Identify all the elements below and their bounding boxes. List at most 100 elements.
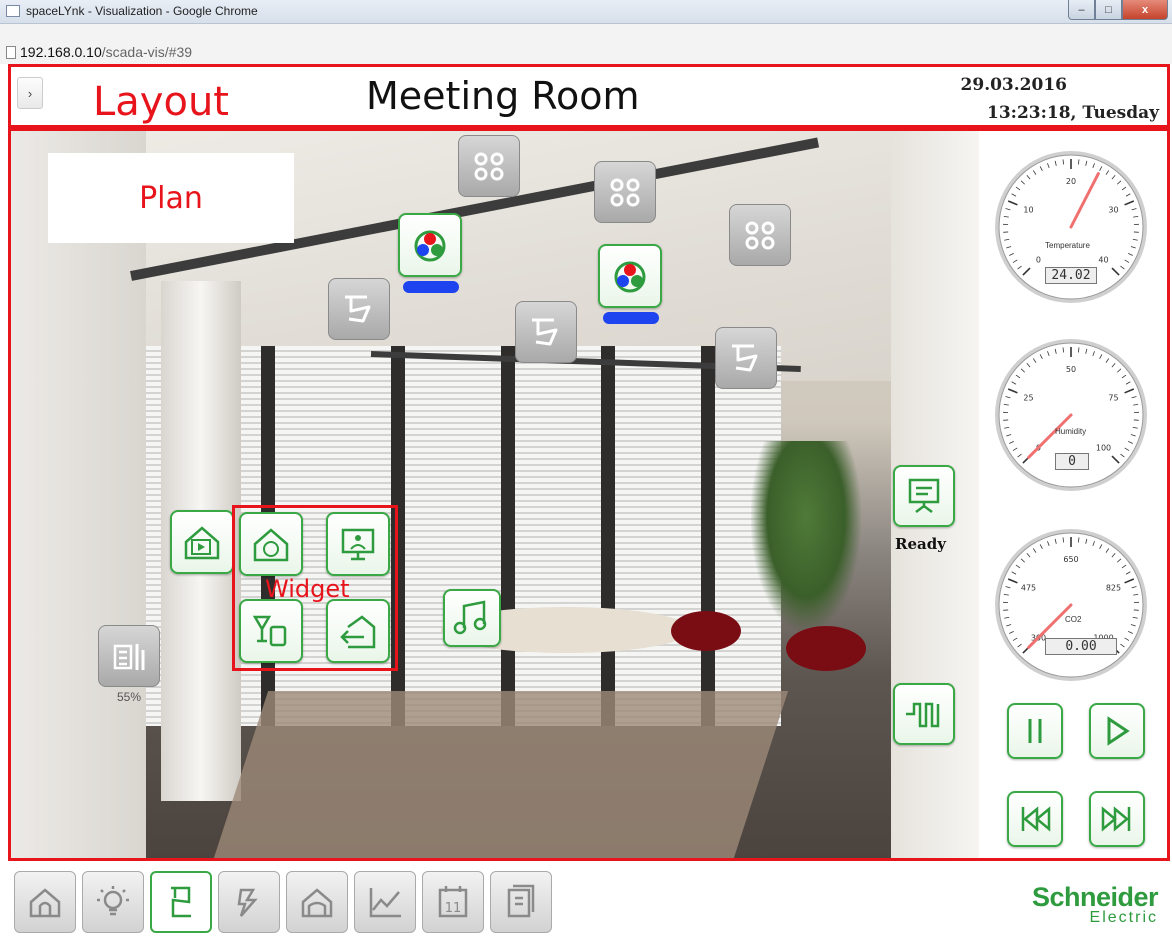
next-button[interactable]	[1089, 791, 1145, 847]
calendar-day: 11	[445, 901, 462, 916]
plan-area: Plan Widget 55% Ready 0 10 20 30 40 Temp…	[8, 128, 1170, 861]
nav-trends-button[interactable]	[354, 871, 416, 933]
maximize-button[interactable]: □	[1095, 0, 1122, 20]
gauge-tick-label: 650	[1063, 555, 1078, 564]
rgb-level-bar	[603, 312, 659, 324]
logbook-icon	[507, 884, 535, 918]
blinds-icon	[171, 886, 191, 918]
speaker-icon	[474, 152, 504, 181]
house-exit-icon	[340, 615, 376, 649]
house-phone-icon	[253, 528, 289, 562]
dimmer-percent: 55%	[117, 690, 142, 704]
rgb-light-icon	[614, 261, 646, 293]
nav-home-button[interactable]	[14, 871, 76, 933]
scene-call-button[interactable]	[239, 512, 303, 576]
minimize-button[interactable]: –	[1068, 0, 1095, 20]
nav-blinds-button[interactable]	[150, 871, 212, 933]
nav-logbook-button[interactable]	[490, 871, 552, 933]
co2-value: 0.00	[1045, 638, 1117, 655]
gauge-tick-label: 10	[1023, 205, 1033, 214]
gauge-tick-label: 30	[1108, 205, 1118, 214]
blind-button[interactable]	[515, 301, 577, 363]
gauge-label: Temperature	[1045, 241, 1090, 250]
nav-calendar-button[interactable]: 11	[422, 871, 484, 933]
bottom-navigation: 11 Schneider Electric	[8, 862, 1170, 939]
page-icon	[6, 46, 16, 59]
scene-break-button[interactable]	[239, 599, 303, 663]
close-button[interactable]: x	[1122, 0, 1168, 20]
ceiling-speaker-button[interactable]	[729, 204, 791, 266]
plan-annotation: Plan	[48, 153, 294, 243]
rgb-light-button[interactable]	[398, 213, 462, 277]
nav-lighting-button[interactable]	[82, 871, 144, 933]
monitor-person-icon	[341, 528, 375, 561]
house-play-icon	[184, 526, 220, 560]
pause-icon	[1028, 719, 1042, 743]
nav-energy-button[interactable]	[218, 871, 280, 933]
play-button[interactable]	[1089, 703, 1145, 759]
garage-icon	[301, 888, 333, 918]
date-display: 29.03.2016	[960, 75, 1067, 95]
co2-gauge: 3004756508251000	[995, 529, 1147, 681]
heating-button[interactable]	[893, 683, 955, 745]
projector-button[interactable]	[893, 465, 955, 527]
blind-icon	[732, 344, 758, 372]
gauge-tick-label: 100	[1096, 444, 1111, 453]
app-icon	[6, 5, 20, 17]
speaker-icon	[610, 178, 640, 207]
dimmer-button[interactable]	[98, 625, 160, 687]
glass-mug-icon	[252, 615, 287, 647]
layout-header: › Layout Meeting Room 29.03.2016 13:23:1…	[8, 64, 1170, 128]
previous-button[interactable]	[1007, 791, 1063, 847]
scene-video-button[interactable]	[326, 512, 390, 576]
scene-leave-button[interactable]	[326, 599, 390, 663]
play-icon	[1107, 716, 1130, 746]
rgb-light-icon	[414, 230, 446, 262]
heating-icon	[906, 702, 940, 728]
blind-button[interactable]	[715, 327, 777, 389]
gauge-label: CO2	[1065, 615, 1082, 624]
time-display: 13:23:18, Tuesday	[987, 103, 1159, 123]
gauge-tick-label: 40	[1098, 256, 1108, 265]
gauge-tick-label: 20	[1066, 177, 1076, 186]
ceiling-speaker-button[interactable]	[458, 135, 520, 197]
pause-button[interactable]	[1007, 703, 1063, 759]
trends-icon	[369, 888, 401, 918]
layout-annotation: Layout	[93, 79, 229, 125]
speaker-icon	[745, 221, 775, 250]
rgb-light-button[interactable]	[598, 244, 662, 308]
ceiling-speaker-button[interactable]	[594, 161, 656, 223]
url-text[interactable]: 192.168.0.10/scada-vis/#39	[20, 44, 192, 60]
humidity-value: 0	[1055, 453, 1089, 470]
home-icon	[29, 888, 61, 918]
music-note-icon	[453, 600, 487, 635]
scene-presentation-button[interactable]	[170, 510, 234, 574]
window-title: spaceLYnk - Visualization - Google Chrom…	[26, 4, 258, 18]
address-bar[interactable]: 192.168.0.10/scada-vis/#39	[0, 24, 1172, 64]
gauge-tick-label: 0	[1036, 256, 1041, 265]
gauge-tick-label: 25	[1023, 393, 1033, 402]
projector-status: Ready	[895, 535, 946, 553]
blind-button[interactable]	[328, 278, 390, 340]
lighting-icon	[97, 886, 129, 916]
window-titlebar: spaceLYnk - Visualization - Google Chrom…	[0, 0, 1172, 24]
gauge-tick-label: 50	[1066, 365, 1076, 374]
schneider-logo: Schneider Electric	[1032, 882, 1159, 927]
calendar-icon: 11	[438, 886, 468, 918]
next-icon	[1101, 806, 1131, 832]
energy-icon	[237, 888, 258, 917]
gauge-tick-label: 825	[1106, 583, 1121, 592]
nav-garage-button[interactable]	[286, 871, 348, 933]
blind-icon	[345, 295, 371, 323]
side-panel: 0 10 20 30 40 Temperature 24.02 0 25 50 75 100 H…	[979, 131, 1167, 858]
dimmer-icon	[113, 644, 145, 670]
previous-icon	[1021, 806, 1051, 832]
page-title: Meeting Room	[366, 74, 640, 118]
gauge-tick-label: 475	[1021, 583, 1036, 592]
blind-icon	[532, 318, 558, 346]
temperature-value: 24.02	[1045, 267, 1097, 284]
music-button[interactable]	[443, 589, 501, 647]
gauge-tick-label: 75	[1108, 393, 1118, 402]
humidity-gauge: 0 25 50 75 100	[995, 339, 1147, 491]
menu-toggle-button[interactable]: ›	[17, 77, 43, 109]
